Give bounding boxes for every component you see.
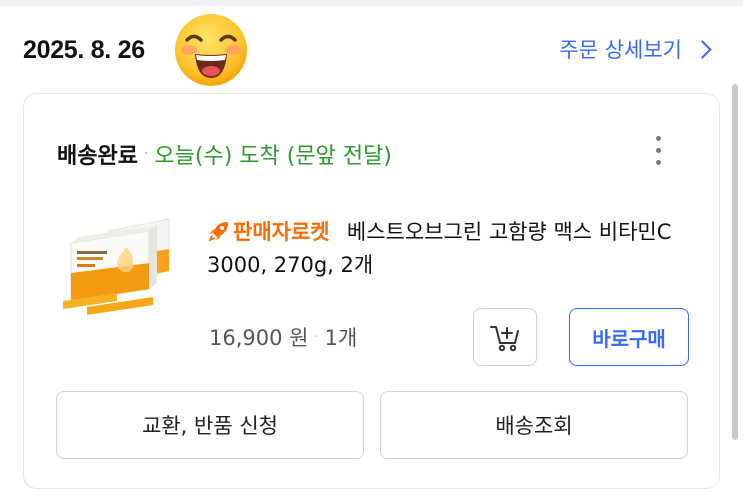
product-quantity: 1개 [324,326,358,350]
arrival-info: 오늘(수) 도착 (문앞 전달) [154,144,392,169]
seller-rocket-badge: 판매자로켓 [207,220,337,244]
chevron-right-icon [693,39,712,59]
product-thumbnail[interactable] [57,209,175,319]
track-delivery-button[interactable]: 배송조회 [380,391,688,459]
cart-plus-icon [490,326,519,352]
add-to-cart-button[interactable] [473,308,537,366]
order-detail-label: 주문 상세보기 [559,38,682,62]
order-card: 배송완료 · 오늘(수) 도착 (문앞 전달) 판매자로켓 베스트오브그린 고함… [23,93,720,489]
rocket-icon [208,222,228,242]
exchange-return-button[interactable]: 교환, 반품 신청 [56,391,364,459]
order-detail-link[interactable]: 주문 상세보기 [559,34,712,64]
order-header: 2025. 8. 26 주문 상세보기 [0,12,743,88]
status-separator: · [143,146,149,162]
delivery-status: 배송완료 · 오늘(수) 도착 (문앞 전달) [57,138,392,170]
price-separator: · [314,329,319,345]
top-divider [0,0,743,6]
more-options-icon[interactable] [653,134,665,168]
rocket-badge-label: 판매자로켓 [233,220,330,244]
grinning-face-emoji-icon [175,14,247,86]
delivery-status-label: 배송완료 [57,144,138,169]
product-price: 16,900 원 [209,326,309,350]
buy-now-button[interactable]: 바로구매 [569,308,689,366]
order-date: 2025. 8. 26 [23,36,145,64]
scrollbar[interactable] [732,84,738,440]
product-title[interactable]: 판매자로켓 베스트오브그린 고함량 맥스 비타민C 3000, 270g, 2개 [207,216,687,281]
price-quantity: 16,900 원 · 1개 [209,322,357,352]
